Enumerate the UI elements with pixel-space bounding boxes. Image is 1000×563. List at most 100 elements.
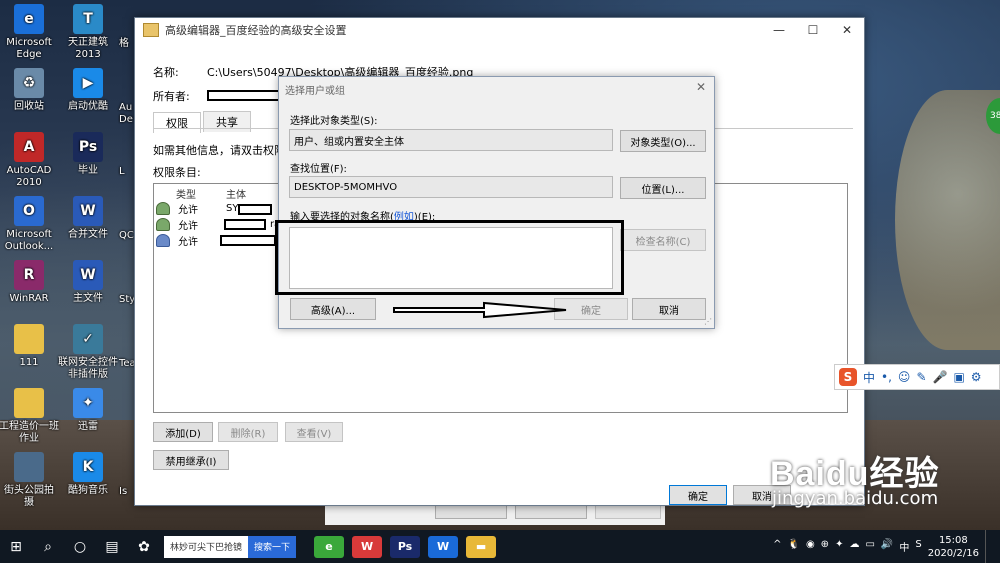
- tray-icon[interactable]: 中: [899, 539, 909, 554]
- object-type-field: 用户、组或内置安全主体: [289, 129, 613, 151]
- tray-icon[interactable]: ◉: [806, 539, 815, 554]
- ime-mode[interactable]: 中: [863, 369, 875, 386]
- emoji-icon[interactable]: ☺: [898, 370, 911, 384]
- taskbar-app-ps[interactable]: Ps: [390, 535, 421, 558]
- row-principal: SY: [226, 203, 239, 214]
- app-icon: ♻: [14, 68, 44, 98]
- view-button[interactable]: 查看(V): [285, 422, 343, 442]
- taskbar-app-explorer[interactable]: ▬: [466, 535, 497, 558]
- taskbar-search[interactable]: 林妙可尖下巴抢镜 搜索一下: [164, 535, 297, 558]
- wallpaper-moon: [895, 90, 1000, 350]
- ime-toolbar[interactable]: S 中 •, ☺ ✎ 🎤 ▣ ⚙: [834, 364, 1000, 390]
- owner-label: 所有者:: [153, 90, 190, 103]
- window-title: 高级编辑器_百度经验的高级安全设置: [165, 24, 347, 37]
- cortana-icon[interactable]: ○: [64, 530, 96, 563]
- app-icon: K: [73, 452, 103, 482]
- date: 2020/2/16: [927, 547, 979, 559]
- pen-icon[interactable]: ✎: [916, 370, 926, 384]
- user-icon: [156, 234, 170, 247]
- tray-icon[interactable]: ⊕: [821, 539, 829, 554]
- tray-icon[interactable]: ☁: [849, 539, 859, 554]
- taskbar-app-wps[interactable]: W: [352, 535, 383, 558]
- column-type[interactable]: 类型: [176, 186, 196, 201]
- close-icon[interactable]: ✕: [696, 80, 706, 94]
- sogou-logo-icon[interactable]: S: [839, 368, 857, 386]
- folder-icon: [143, 23, 159, 37]
- principal-redaction: [220, 235, 276, 246]
- row-type: 允许: [178, 221, 198, 232]
- maximize-icon[interactable]: ☐: [796, 23, 830, 37]
- mic-icon[interactable]: 🎤: [933, 370, 948, 384]
- clock[interactable]: 15:08 2020/2/16: [928, 534, 979, 560]
- punctuation-icon[interactable]: •,: [881, 370, 892, 384]
- tray-icon[interactable]: 🐧: [787, 539, 799, 554]
- locations-button[interactable]: 位置(L)...: [620, 177, 706, 199]
- cancel-button[interactable]: 取消: [632, 298, 706, 320]
- tray-icon[interactable]: S: [915, 539, 921, 554]
- app-icon: ✦: [73, 388, 103, 418]
- resize-grip-icon[interactable]: ⋰: [704, 317, 712, 326]
- dialog-title: 选择用户或组: [285, 86, 345, 97]
- task-view-icon[interactable]: ▤: [96, 530, 128, 563]
- baidu-watermark: Baidu经验 jingyan.baidu.com: [770, 446, 939, 509]
- name-label: 名称:: [153, 66, 179, 79]
- object-type-label: 选择此对象类型(S):: [290, 116, 378, 127]
- table-row[interactable]: 允许: [156, 233, 226, 248]
- desktop-icon[interactable]: T 天正建筑 2013: [53, 4, 123, 61]
- desktop-icon[interactable]: W 主文件: [53, 260, 123, 305]
- desktop-icon[interactable]: ▶ 启动优酷: [53, 68, 123, 113]
- desktop-icon-label: 迅雷: [78, 421, 98, 432]
- desktop-icon-label: 启动优酷: [68, 101, 108, 112]
- principal-redaction: [238, 204, 272, 215]
- search-query[interactable]: 林妙可尖下巴抢镜: [164, 540, 248, 553]
- disable-inheritance-button[interactable]: 禁用继承(I): [153, 450, 229, 470]
- row-type: 允许: [178, 205, 198, 216]
- desktop-icon-label: 酷狗音乐: [68, 485, 108, 496]
- app-icon: O: [14, 196, 44, 226]
- settings-icon[interactable]: ⚙: [971, 370, 982, 384]
- keyboard-icon[interactable]: ▣: [953, 370, 964, 384]
- tab-permissions[interactable]: 权限: [153, 112, 201, 133]
- users-icon: [156, 202, 170, 215]
- row-type: 允许: [178, 237, 198, 248]
- search-icon[interactable]: ⌕: [32, 530, 64, 563]
- arrow-shape: [393, 301, 567, 319]
- close-icon[interactable]: ✕: [830, 23, 864, 37]
- show-desktop-button[interactable]: [985, 530, 996, 563]
- tray-icon[interactable]: ✦: [835, 539, 843, 554]
- desktop-icon[interactable]: K 酷狗音乐: [53, 452, 123, 497]
- tray-icon[interactable]: ▭: [865, 539, 874, 554]
- taskbar-app-360[interactable]: e: [314, 535, 345, 558]
- desktop-icon-label: 主文件: [73, 293, 103, 304]
- ok-button[interactable]: 确定: [669, 485, 727, 505]
- desktop-icon[interactable]: Ps 毕业: [53, 132, 123, 177]
- object-types-button[interactable]: 对象类型(O)...: [620, 130, 706, 152]
- remove-button[interactable]: 删除(R): [218, 422, 278, 442]
- column-principal[interactable]: 主体: [226, 186, 246, 201]
- app-icon: ▶: [73, 68, 103, 98]
- tray-icon[interactable]: 🔊: [881, 539, 893, 554]
- table-row[interactable]: 允许 SY: [156, 201, 238, 216]
- desktop-icon[interactable]: ✦ 迅雷: [53, 388, 123, 433]
- app-icon: R: [14, 260, 44, 290]
- tray-icon[interactable]: ^: [773, 539, 781, 554]
- add-button[interactable]: 添加(D): [153, 422, 213, 442]
- advanced-button[interactable]: 高级(A)...: [290, 298, 376, 320]
- location-label: 查找位置(F):: [290, 164, 347, 175]
- start-icon[interactable]: ⊞: [0, 530, 32, 563]
- check-names-button[interactable]: 检查名称(C): [620, 229, 706, 251]
- minimize-icon[interactable]: —: [762, 23, 796, 37]
- desktop-icon[interactable]: W 合并文件: [53, 196, 123, 241]
- principal-redaction: [224, 219, 266, 230]
- users-icon: [156, 218, 170, 231]
- desktop-icon-label: 天正建筑 2013: [68, 37, 108, 60]
- watermark-url: jingyan.baidu.com: [772, 488, 939, 509]
- arrow-annotation: [393, 301, 567, 319]
- title-bar[interactable]: 高级编辑器_百度经验的高级安全设置 — ☐ ✕: [135, 18, 864, 42]
- desktop-icon-label: 毕业: [78, 165, 98, 176]
- taskbar-app-word[interactable]: W: [428, 535, 459, 558]
- desktop-icon[interactable]: ✓ 联网安全控件 非插件版: [53, 324, 123, 381]
- pinwheel-icon[interactable]: ✿: [128, 530, 160, 563]
- search-button[interactable]: 搜索一下: [248, 535, 297, 558]
- app-icon: A: [14, 132, 44, 162]
